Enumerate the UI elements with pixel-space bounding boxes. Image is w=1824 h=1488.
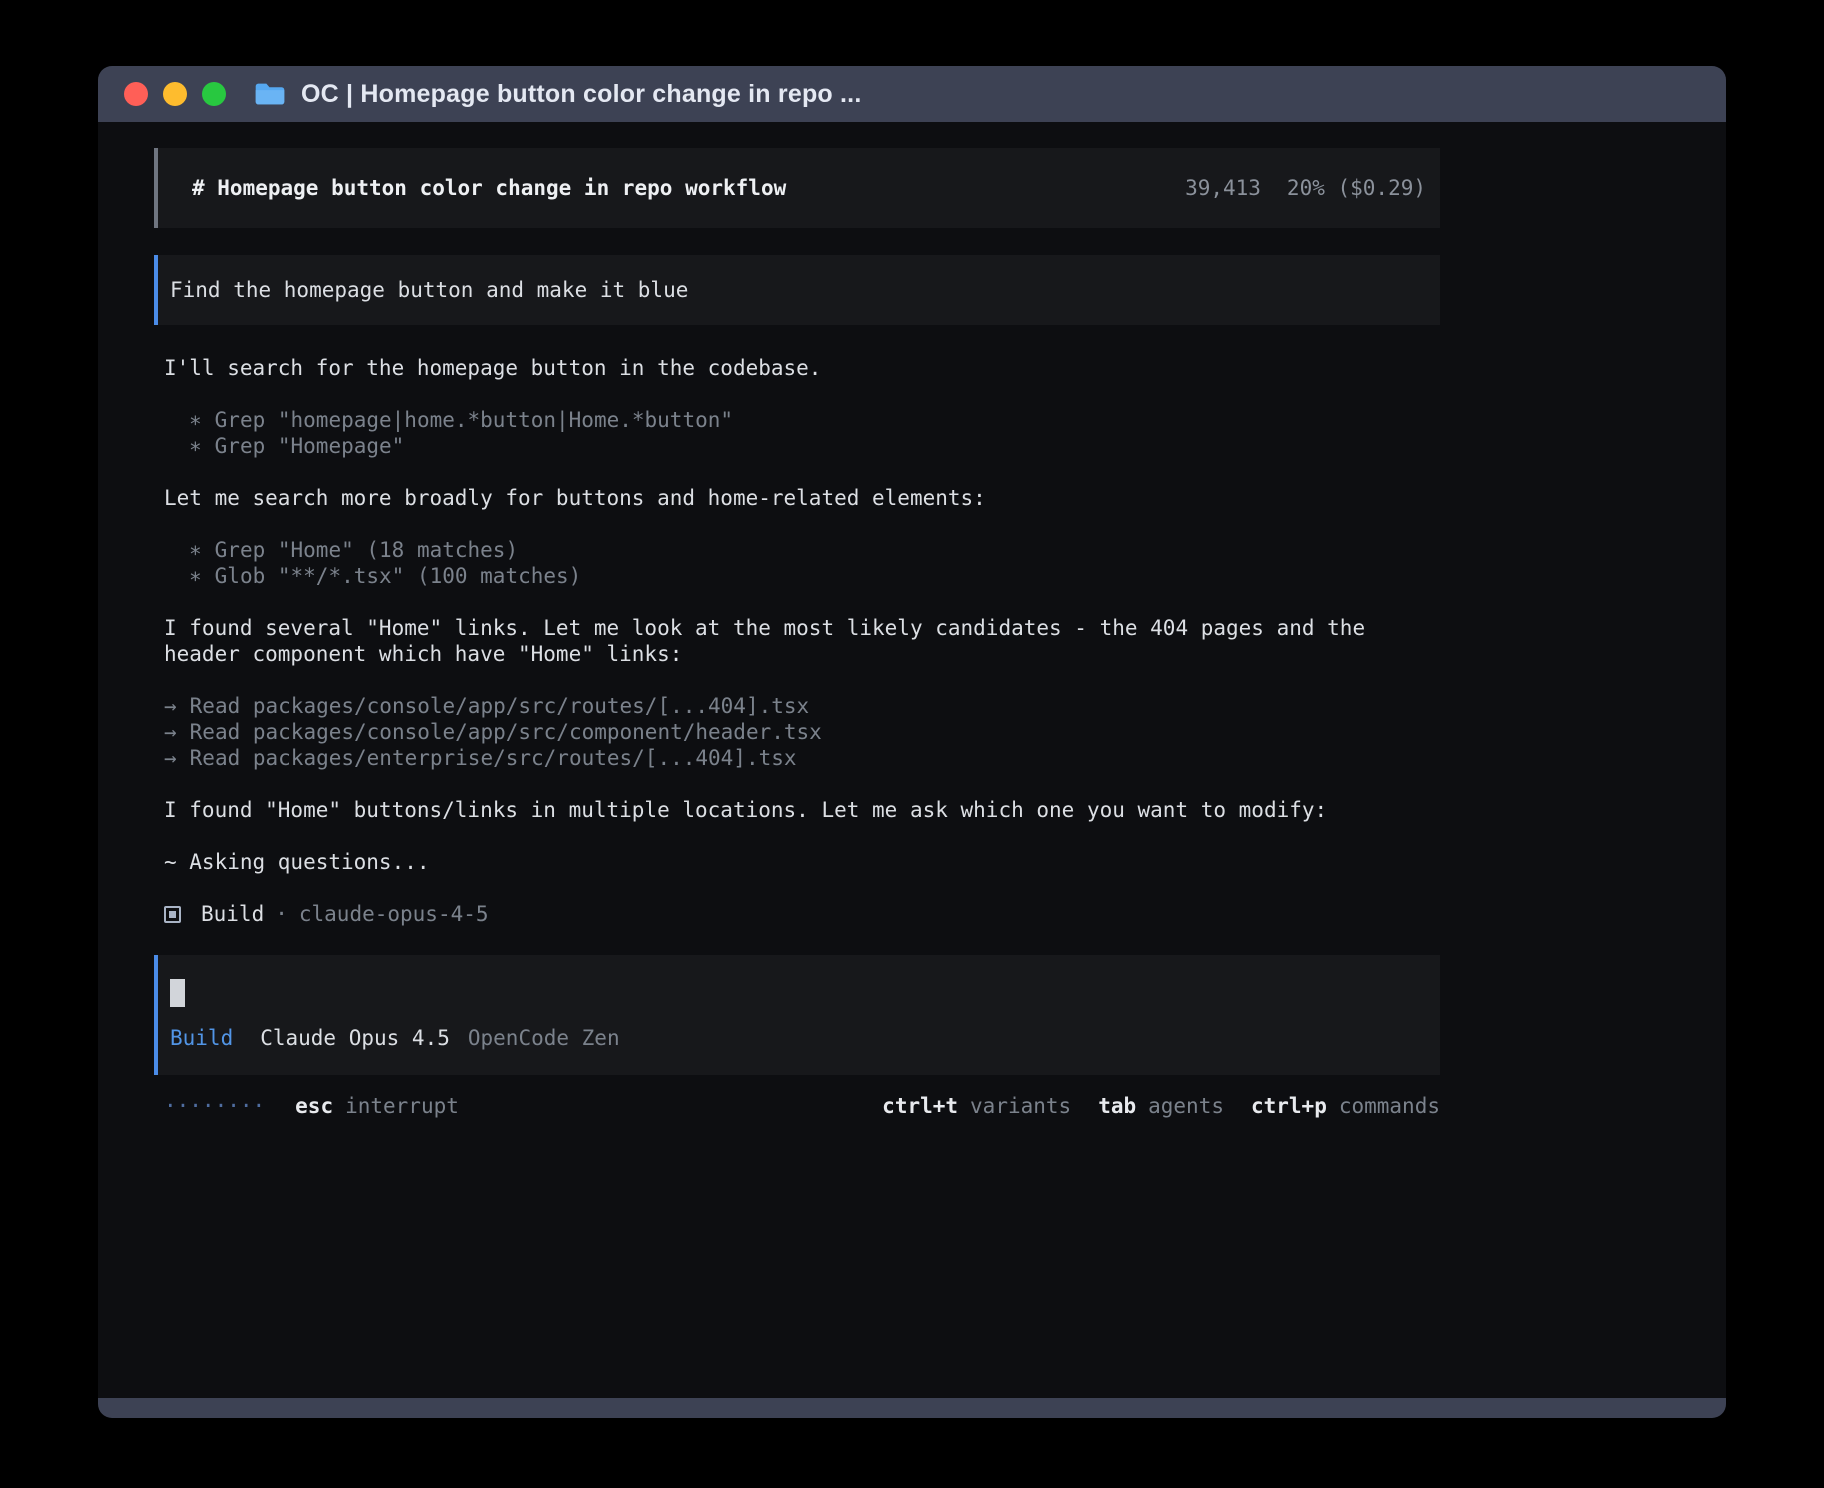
tool-call-read: → Read packages/enterprise/src/routes/[..… <box>164 745 1440 771</box>
assistant-message: I'll search for the homepage button in t… <box>164 355 1440 381</box>
tool-call-text: Read packages/console/app/src/routes/[..… <box>190 694 810 718</box>
window-titlebar[interactable]: OC | Homepage button color change in rep… <box>98 66 1726 122</box>
assistant-message: I found "Home" buttons/links in multiple… <box>164 797 1440 823</box>
session-header: # Homepage button color change in repo w… <box>154 148 1440 228</box>
session-content: # Homepage button color change in repo w… <box>154 148 1440 1119</box>
tool-bullet-icon: ∗ <box>189 564 202 588</box>
tool-call-grep: ∗ Grep "homepage|home.*button|Home.*butto… <box>164 407 1440 433</box>
agent-status-line: Build · claude-opus-4-5 <box>164 901 1440 927</box>
hint-label-commands: commands <box>1339 1093 1440 1119</box>
window-bottom-edge <box>98 1398 1726 1418</box>
tool-call-text: Read packages/console/app/src/component/… <box>190 720 822 744</box>
build-agent-icon <box>164 906 181 923</box>
assistant-message: I found several "Home" links. Let me loo… <box>164 615 1440 667</box>
tool-arrow-icon: → <box>164 746 177 770</box>
window-title: OC | Homepage button color change in rep… <box>301 80 861 109</box>
zoom-button[interactable] <box>202 82 226 106</box>
hint-key-ctrl-p: ctrl+p <box>1251 1093 1327 1119</box>
tool-call-group: ∗ Grep "Home" (18 matches) ∗ Glob "**/*.ts… <box>164 537 1440 589</box>
tool-call-glob: ∗ Glob "**/*.tsx" (100 matches) <box>164 563 1440 589</box>
hint-agents: tab agents <box>1098 1093 1224 1119</box>
terminal-window: OC | Homepage button color change in rep… <box>98 66 1726 1418</box>
agent-name: Build <box>201 901 264 927</box>
hint-label-interrupt: interrupt <box>345 1093 459 1119</box>
hint-key-ctrl-t: ctrl+t <box>882 1093 958 1119</box>
hint-label-agents: agents <box>1148 1093 1224 1119</box>
folder-icon <box>254 80 288 108</box>
model-name-label: Claude Opus 4.5 <box>260 1025 450 1051</box>
assistant-message: Let me search more broadly for buttons a… <box>164 485 1440 511</box>
tool-call-group: → Read packages/console/app/src/routes/[.… <box>164 693 1440 771</box>
tool-bullet-icon: ∗ <box>189 434 202 458</box>
prompt-input[interactable]: Build Claude Opus 4.5 OpenCode Zen <box>154 955 1440 1075</box>
hint-variants: ctrl+t variants <box>882 1093 1071 1119</box>
traffic-lights <box>124 82 226 106</box>
hint-key-esc: esc <box>295 1093 333 1119</box>
tool-call-text: Grep "Homepage" <box>215 434 405 458</box>
agent-model: claude-opus-4-5 <box>299 901 489 927</box>
session-title: # Homepage button color change in repo w… <box>192 175 786 201</box>
hint-interrupt: esc interrupt <box>295 1093 459 1119</box>
model-status-line: Build Claude Opus 4.5 OpenCode Zen <box>170 1025 1428 1051</box>
minimize-button[interactable] <box>163 82 187 106</box>
tool-call-text: Grep "homepage|home.*button|Home.*button… <box>215 408 733 432</box>
agent-separator: · <box>275 901 288 927</box>
spinner-dots-icon: ········ <box>164 1093 265 1119</box>
tool-bullet-icon: ∗ <box>189 538 202 562</box>
terminal-body: # Homepage button color change in repo w… <box>98 122 1726 1398</box>
tool-call-grep: ∗ Grep "Home" (18 matches) <box>164 537 1440 563</box>
model-provider-label: OpenCode Zen <box>468 1025 620 1051</box>
footer-right-hints: ctrl+t variants tab agents ctrl+p comman… <box>882 1093 1440 1119</box>
tool-call-grep: ∗ Grep "Homepage" <box>164 433 1440 459</box>
session-stats: 39,413 20% ($0.29) <box>1185 175 1426 201</box>
tool-call-read: → Read packages/console/app/src/routes/[.… <box>164 693 1440 719</box>
tool-call-text: Glob "**/*.tsx" (100 matches) <box>215 564 582 588</box>
active-agent-label: Build <box>170 1025 233 1051</box>
tool-call-text: Grep "Home" (18 matches) <box>215 538 518 562</box>
asking-questions-status: ~ Asking questions... <box>164 849 1440 875</box>
assistant-transcript: I'll search for the homepage button in t… <box>164 355 1440 927</box>
tool-arrow-icon: → <box>164 720 177 744</box>
token-count: 39,413 <box>1185 175 1261 201</box>
tool-bullet-icon: ∗ <box>189 408 202 432</box>
text-cursor <box>170 979 185 1007</box>
context-usage: 20% ($0.29) <box>1287 175 1426 201</box>
user-message-text: Find the homepage button and make it blu… <box>170 277 688 303</box>
tool-arrow-icon: → <box>164 694 177 718</box>
user-message: Find the homepage button and make it blu… <box>154 255 1440 325</box>
tool-call-read: → Read packages/console/app/src/component… <box>164 719 1440 745</box>
tool-call-text: Read packages/enterprise/src/routes/[...… <box>190 746 797 770</box>
hint-key-tab: tab <box>1098 1093 1136 1119</box>
status-footer: ········ esc interrupt ctrl+t variants t… <box>164 1093 1440 1119</box>
hint-commands: ctrl+p commands <box>1251 1093 1440 1119</box>
hint-label-variants: variants <box>970 1093 1071 1119</box>
close-button[interactable] <box>124 82 148 106</box>
tool-call-group: ∗ Grep "homepage|home.*button|Home.*butto… <box>164 407 1440 459</box>
